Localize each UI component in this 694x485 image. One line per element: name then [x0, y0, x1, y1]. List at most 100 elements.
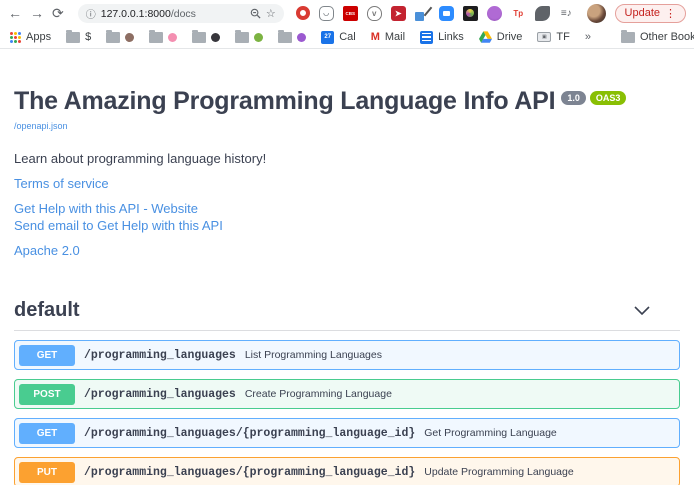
version-badge: 1.0: [561, 91, 586, 105]
oas3-badge: OAS3: [590, 91, 627, 105]
bookmark-links[interactable]: Links: [420, 31, 464, 44]
pocket-extension-icon[interactable]: v: [367, 6, 382, 21]
page-title: The Amazing Programming Language Info AP…: [14, 87, 555, 116]
cbs-extension-icon[interactable]: CBS: [343, 6, 358, 21]
bookmark-folder-leaf[interactable]: [235, 32, 263, 43]
endpoint-list: GET /programming_languages List Programm…: [14, 340, 680, 485]
folder-icon: [106, 32, 120, 43]
forward-icon[interactable]: →: [30, 6, 44, 20]
bookmark-star-icon[interactable]: ☆: [266, 7, 276, 20]
url-text: 127.0.0.1:8000/docs: [101, 4, 196, 22]
bookmark-label: Links: [438, 31, 464, 43]
bookmark-label: TF: [556, 31, 569, 43]
playlist-extension-icon[interactable]: ≡♪: [559, 6, 574, 21]
endpoint-summary: Create Programming Language: [245, 388, 392, 400]
endpoint-row-get-one[interactable]: GET /programming_languages/{programming_…: [14, 418, 680, 448]
url-path: /docs: [171, 8, 196, 20]
bookmark-label: Drive: [497, 31, 523, 43]
endpoint-summary: Get Programming Language: [424, 427, 557, 439]
browser-toolbar: ← → ⟳ ⓘ 127.0.0.1:8000/docs ☆ ◡ CBS v ➤ …: [0, 0, 694, 26]
url-host: 127.0.0.1:8000: [101, 8, 171, 20]
other-bookmarks-label: Other Bookmarks: [640, 31, 694, 43]
folder-icon: [66, 32, 80, 43]
bookmarks-overflow-icon[interactable]: »: [585, 31, 591, 43]
red-circle-extension-icon[interactable]: [296, 6, 310, 20]
other-bookmarks[interactable]: Other Bookmarks: [621, 31, 694, 43]
pinwheel-extension-icon[interactable]: [535, 6, 550, 21]
calendar-icon: 27: [321, 31, 334, 44]
endpoint-row-put-update[interactable]: PUT /programming_languages/{programming_…: [14, 457, 680, 485]
folder-icon: [235, 32, 249, 43]
bookmark-label: $: [85, 31, 91, 43]
zoom-camera-extension-icon[interactable]: [439, 6, 454, 21]
back-icon[interactable]: ←: [8, 6, 22, 20]
tf-card-icon: ▣: [537, 32, 551, 42]
folder-icon: [192, 32, 206, 43]
chat-bubble-extension-icon[interactable]: ◡: [319, 6, 334, 21]
swagger-docs-page: The Amazing Programming Language Info AP…: [0, 49, 694, 485]
endpoint-row-post-create[interactable]: POST /programming_languages Create Progr…: [14, 379, 680, 409]
contact-email-link[interactable]: Send email to Get Help with this API: [14, 218, 680, 234]
folder-icon: [621, 32, 635, 43]
section-default-header[interactable]: default: [14, 293, 680, 331]
purple-flower-extension-icon[interactable]: [487, 6, 502, 21]
api-title-row: The Amazing Programming Language Info AP…: [14, 87, 680, 116]
profile-avatar[interactable]: [587, 4, 606, 23]
extensions-row: ◡ CBS v ➤ Tp ≡♪ Update ⋮: [296, 4, 686, 23]
apps-shortcut[interactable]: Apps: [10, 31, 51, 43]
bookmark-drive[interactable]: Drive: [479, 31, 523, 43]
endpoint-path: /programming_languages/{programming_lang…: [84, 466, 415, 479]
folder-icon: [149, 32, 163, 43]
bookmark-folder-dollar[interactable]: $: [66, 31, 91, 43]
bookmark-folder-pink[interactable]: [149, 32, 177, 43]
terms-of-service-link[interactable]: Terms of service: [14, 176, 680, 192]
leaf-emoji-icon: [254, 33, 263, 42]
horse-emoji-icon: [125, 33, 134, 42]
graduation-cap-emoji-icon: [211, 33, 220, 42]
pink-emoji-icon: [168, 33, 177, 42]
contact-website-link[interactable]: Get Help with this API - Website: [14, 201, 680, 217]
endpoint-summary: List Programming Languages: [245, 349, 382, 361]
gmail-icon: M: [371, 31, 380, 43]
openapi-json-link[interactable]: /openapi.json: [14, 121, 68, 131]
chevron-down-icon[interactable]: [634, 306, 650, 315]
apps-label: Apps: [26, 31, 51, 43]
bookmarks-bar: Apps $ 27 Cal M Mail Links: [0, 26, 694, 49]
method-badge: PUT: [19, 462, 75, 483]
bookmark-folder-purple-heart[interactable]: [278, 32, 306, 43]
reload-icon[interactable]: ⟳: [52, 6, 64, 20]
endpoint-summary: Update Programming Language: [424, 466, 573, 478]
address-bar[interactable]: ⓘ 127.0.0.1:8000/docs ☆: [78, 4, 284, 23]
method-badge: GET: [19, 345, 75, 366]
red-diamond-extension-icon[interactable]: ➤: [391, 6, 406, 21]
folder-icon: [278, 32, 292, 43]
endpoint-row-get-list[interactable]: GET /programming_languages List Programm…: [14, 340, 680, 370]
art-square-extension-icon[interactable]: [463, 6, 478, 21]
drive-icon: [479, 31, 492, 43]
bookmark-label: Mail: [385, 31, 405, 43]
color-picker-extension-icon[interactable]: [415, 6, 430, 21]
bookmark-mail[interactable]: M Mail: [371, 31, 405, 43]
update-button[interactable]: Update ⋮: [615, 4, 686, 23]
bookmark-folder-grad-cap[interactable]: [192, 32, 220, 43]
endpoint-path: /programming_languages: [84, 388, 236, 401]
menu-kebab-icon[interactable]: ⋮: [665, 7, 676, 20]
method-badge: POST: [19, 384, 75, 405]
endpoint-path: /programming_languages/{programming_lang…: [84, 427, 415, 440]
bookmark-cal[interactable]: 27 Cal: [321, 31, 356, 44]
purple-heart-emoji-icon: [297, 33, 306, 42]
tp-extension-icon[interactable]: Tp: [511, 6, 526, 21]
bookmark-folder-horse[interactable]: [106, 32, 134, 43]
zoom-level-icon[interactable]: [250, 8, 261, 19]
title-badges: 1.0 OAS3: [561, 91, 626, 105]
apps-grid-icon: [10, 32, 21, 43]
update-label: Update: [625, 7, 660, 19]
bookmark-label: Cal: [339, 31, 356, 43]
endpoint-path: /programming_languages: [84, 349, 236, 362]
method-badge: GET: [19, 423, 75, 444]
api-description: Learn about programming language history…: [14, 151, 680, 166]
site-info-icon[interactable]: ⓘ: [86, 6, 96, 21]
license-link[interactable]: Apache 2.0: [14, 243, 680, 259]
links-icon: [420, 31, 433, 44]
bookmark-tf[interactable]: ▣ TF: [537, 31, 569, 43]
